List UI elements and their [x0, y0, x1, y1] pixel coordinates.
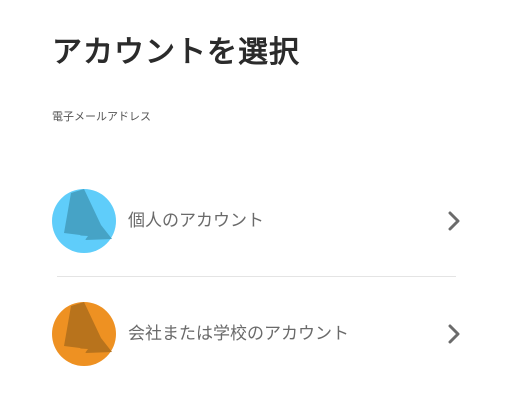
chevron-right-icon	[448, 324, 460, 344]
personal-account-option[interactable]: 個人のアカウント	[52, 189, 464, 253]
work-account-avatar-icon	[52, 302, 116, 366]
email-address-text: 電子メールアドレス	[52, 110, 151, 123]
divider	[57, 276, 456, 277]
work-school-account-option[interactable]: 会社または学校のアカウント	[52, 302, 464, 366]
page-title: アカウントを選択	[52, 35, 300, 70]
chevron-right-icon	[448, 211, 460, 231]
account-picker-page: アカウントを選択 電子メールアドレス 個人のアカウント 会社または学校のアカウン…	[0, 0, 509, 401]
personal-account-avatar-icon	[52, 189, 116, 253]
work-school-account-label: 会社または学校のアカウント	[128, 324, 349, 344]
personal-account-label: 個人のアカウント	[128, 211, 264, 231]
